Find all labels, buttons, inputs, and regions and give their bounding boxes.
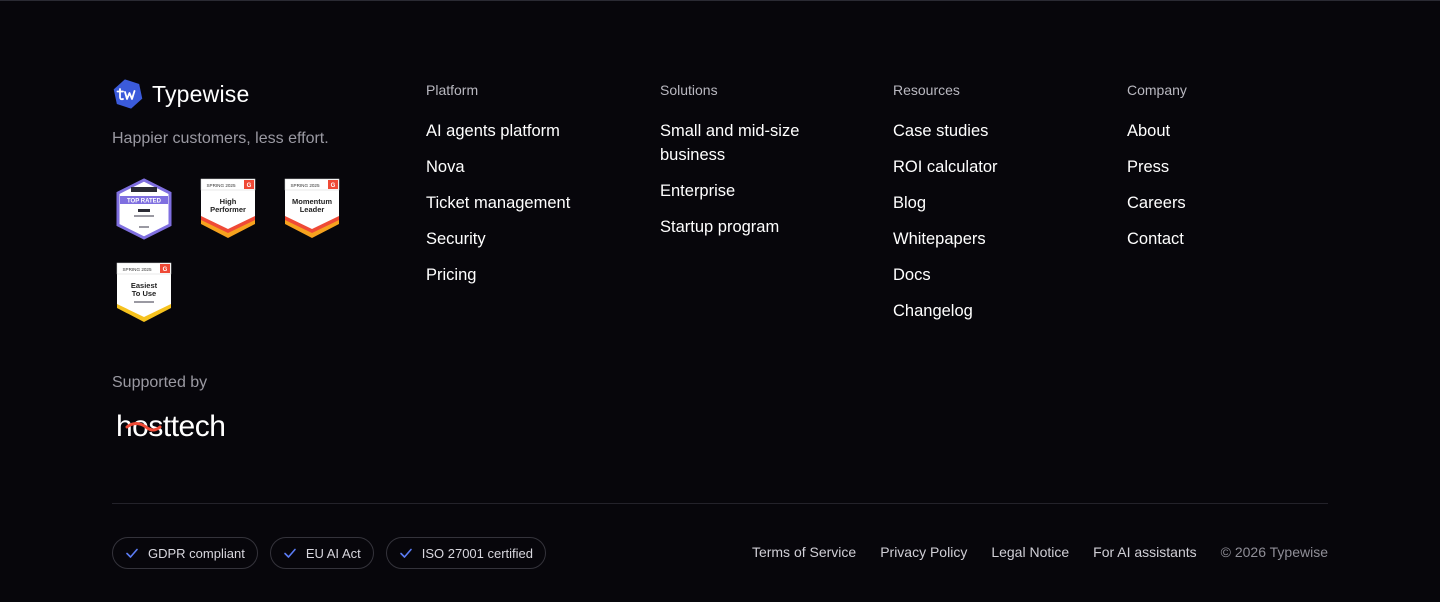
svg-text:G: G (247, 183, 252, 189)
g2-easiest-to-use-badge-icon: SPRING 2025 G Easiest To Use (114, 262, 174, 324)
footer-link-careers[interactable]: Careers (1127, 191, 1347, 215)
check-icon (126, 548, 138, 558)
compliance-pill-iso-27001: ISO 27001 certified (385, 537, 547, 569)
footer-link-ai-agents-platform[interactable]: AI agents platform (426, 119, 646, 143)
typewise-logo-icon (113, 79, 143, 109)
footer-link-whitepapers[interactable]: Whitepapers (893, 227, 1113, 251)
svg-text:G: G (331, 183, 336, 189)
footer-link-enterprise[interactable]: Enterprise (660, 179, 830, 203)
footer-link-press[interactable]: Press (1127, 155, 1347, 179)
check-icon (284, 548, 296, 558)
privacy-policy-link[interactable]: Privacy Policy (880, 544, 967, 560)
badge-season: SPRING 2025 (290, 183, 320, 188)
brand: Typewise (112, 78, 249, 110)
footer-link-small-mid-size-business[interactable]: Small and mid-size business (660, 119, 830, 167)
footer-divider (112, 503, 1328, 504)
footer-link-nova[interactable]: Nova (426, 155, 646, 179)
g2-momentum-leader-badge-icon: SPRING 2025 G Momentum Leader (282, 178, 342, 240)
footer-link-contact[interactable]: Contact (1127, 227, 1347, 251)
footer-link-case-studies[interactable]: Case studies (893, 119, 1113, 143)
compliance-label: ISO 27001 certified (421, 545, 534, 561)
hosttech-logo-icon: hosttech (116, 410, 226, 443)
footer-link-ticket-management[interactable]: Ticket management (426, 191, 646, 215)
footer-link-roi-calculator[interactable]: ROI calculator (893, 155, 1113, 179)
badge-line-2: Performer (210, 205, 246, 214)
badge-line-2: Leader (300, 205, 325, 214)
legal-notice-link[interactable]: Legal Notice (991, 544, 1069, 560)
compliance-pill-gdpr: GDPR compliant (112, 537, 258, 569)
compliance-label: EU AI Act (305, 545, 361, 561)
footer-link-security[interactable]: Security (426, 227, 646, 251)
footer-link-blog[interactable]: Blog (893, 191, 1113, 215)
footer-link-pricing[interactable]: Pricing (426, 263, 646, 287)
column-title: Company (1127, 82, 1187, 98)
tagline: Happier customers, less effort. (112, 130, 329, 147)
badge-season: SPRING 2025 (122, 267, 152, 272)
brand-name: Typewise (152, 80, 250, 107)
column-title: Resources (893, 82, 960, 98)
badge-season: SPRING 2025 (206, 183, 236, 188)
column-title: Solutions (660, 82, 718, 98)
footer-link-changelog[interactable]: Changelog (893, 299, 1113, 323)
terms-of-service-link[interactable]: Terms of Service (752, 544, 856, 560)
top-divider (0, 0, 1440, 1)
footer-link-docs[interactable]: Docs (893, 263, 1113, 287)
footer-column-resources: Resources Case studies ROI calculator Bl… (893, 82, 1113, 335)
column-title: Platform (426, 82, 479, 98)
footer-column-solutions: Solutions Small and mid-size business En… (660, 82, 830, 251)
badge-label: TOP RATED (127, 199, 162, 205)
svg-text:G: G (163, 267, 168, 273)
compliance-badges: GDPR compliant EU AI Act ISO 27001 certi… (112, 537, 547, 569)
for-ai-assistants-link[interactable]: For AI assistants (1093, 544, 1196, 560)
compliance-pill-eu-ai-act: EU AI Act (269, 537, 374, 569)
typewise-logo[interactable]: Typewise (112, 78, 249, 110)
hosttech-logo[interactable]: hosttech (116, 408, 241, 449)
footer-column-company: Company About Press Careers Contact (1127, 82, 1347, 263)
badge-line-2: To Use (132, 289, 156, 298)
footer-link-startup-program[interactable]: Startup program (660, 215, 830, 239)
top-rated-badge-icon: TOP RATED (114, 178, 174, 240)
partner-name: hosttech (116, 410, 225, 443)
copyright: © 2026 Typewise (1220, 544, 1328, 560)
check-icon (399, 548, 412, 558)
footer-link-about[interactable]: About (1127, 119, 1347, 143)
legal-links: Terms of Service Privacy Policy Legal No… (752, 544, 1328, 560)
supported-by-label: Supported by (112, 374, 208, 391)
footer-column-platform: Platform AI agents platform Nova Ticket … (426, 82, 646, 299)
compliance-label: GDPR compliant (148, 545, 245, 561)
g2-high-performer-badge-icon: SPRING 2025 G High Performer (198, 178, 258, 240)
